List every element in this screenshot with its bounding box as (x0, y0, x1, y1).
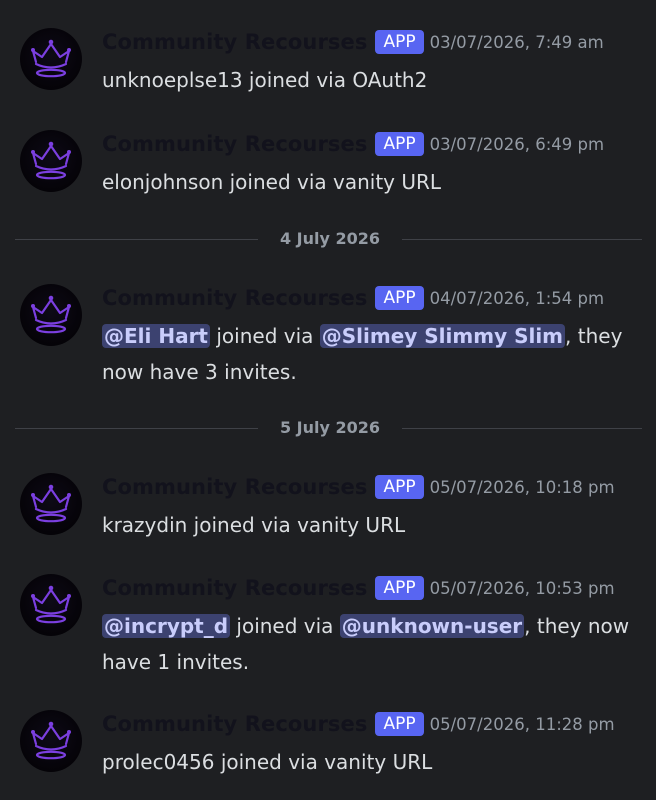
crown-icon (31, 295, 71, 334)
message-body: elonjohnson joined via vanity URL (102, 164, 632, 200)
message-feed: Community Recourses APP 03/07/2026, 7:49… (0, 0, 656, 800)
timestamp: 04/07/2026, 1:54 pm (429, 288, 605, 308)
author-name[interactable]: Community Recourses (102, 576, 367, 600)
message-header: Community Recourses APP 04/07/2026, 1:54… (102, 284, 604, 312)
message-body: krazydin joined via vanity URL (102, 507, 632, 543)
crown-icon (31, 585, 71, 624)
timestamp: 05/07/2026, 10:18 pm (429, 477, 615, 497)
timestamp: 03/07/2026, 6:49 pm (429, 134, 605, 154)
avatar[interactable] (20, 473, 82, 535)
author-name[interactable]: Community Recourses (102, 286, 367, 310)
author-name[interactable]: Community Recourses (102, 712, 367, 736)
message-header: Community Recourses APP 03/07/2026, 6:49… (102, 130, 604, 158)
crown-icon (31, 721, 71, 760)
message-text: joined via (230, 614, 340, 638)
message-text: joined via (210, 324, 320, 348)
message-body: @Eli Hart joined via @Slimey Slimmy Slim… (102, 318, 632, 390)
app-badge: APP (375, 286, 424, 310)
crown-icon (31, 39, 71, 78)
timestamp: 05/07/2026, 10:53 pm (429, 578, 615, 598)
inviter-mention[interactable]: @Slimey Slimmy Slim (319, 324, 566, 348)
app-badge: APP (375, 712, 424, 736)
message-text: elonjohnson joined via vanity URL (102, 170, 442, 194)
app-badge: APP (375, 475, 424, 499)
app-badge: APP (375, 576, 424, 600)
avatar[interactable] (20, 28, 82, 90)
user-mention[interactable]: @Eli Hart (102, 324, 210, 348)
timestamp: 05/07/2026, 11:28 pm (429, 714, 615, 734)
message-header: Community Recourses APP 05/07/2026, 10:5… (102, 574, 615, 602)
crown-icon (31, 484, 71, 523)
app-badge: APP (375, 132, 424, 156)
message-header: Community Recourses APP 05/07/2026, 11:2… (102, 710, 615, 738)
app-badge: APP (375, 30, 424, 54)
date-divider-label: 5 July 2026 (279, 418, 381, 437)
message-body: prolec0456 joined via vanity URL (102, 744, 632, 780)
date-divider-label: 4 July 2026 (279, 229, 381, 248)
message-header: Community Recourses APP 05/07/2026, 10:1… (102, 473, 615, 501)
author-name[interactable]: Community Recourses (102, 132, 367, 156)
author-name[interactable]: Community Recourses (102, 30, 367, 54)
crown-icon (31, 141, 71, 180)
avatar[interactable] (20, 130, 82, 192)
user-mention[interactable]: @incrypt_d (102, 614, 231, 638)
avatar[interactable] (20, 710, 82, 772)
message-text: unknoeplse13 joined via OAuth2 (102, 68, 428, 92)
inviter-mention[interactable]: @unknown-user (339, 614, 525, 638)
date-divider: 5 July 2026 (15, 418, 642, 438)
author-name[interactable]: Community Recourses (102, 475, 367, 499)
avatar[interactable] (20, 574, 82, 636)
message-body: unknoeplse13 joined via OAuth2 (102, 62, 632, 98)
message-header: Community Recourses APP 03/07/2026, 7:49… (102, 28, 604, 56)
avatar[interactable] (20, 284, 82, 346)
message-body: @incrypt_d joined via @unknown-user, the… (102, 608, 632, 680)
date-divider: 4 July 2026 (15, 229, 642, 249)
message-text: krazydin joined via vanity URL (102, 513, 406, 537)
timestamp: 03/07/2026, 7:49 am (429, 32, 604, 52)
message-text: prolec0456 joined via vanity URL (102, 750, 433, 774)
